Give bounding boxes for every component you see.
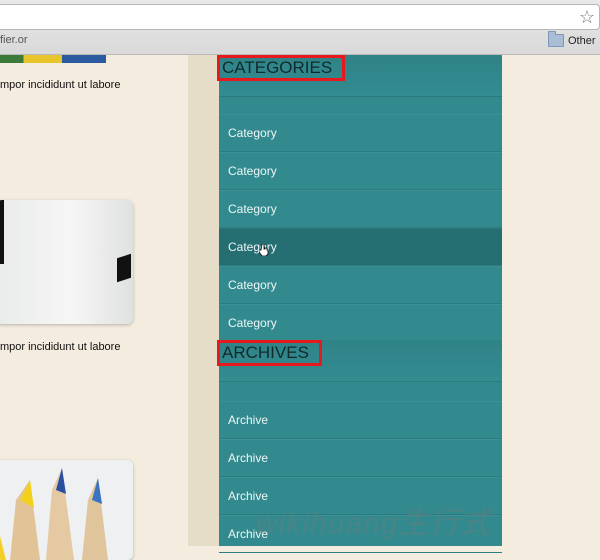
post-excerpt: mpor incididunt ut labore bbox=[0, 79, 121, 91]
other-bookmarks-label: Other bbox=[568, 34, 596, 47]
archive-link[interactable]: Archive bbox=[228, 451, 268, 465]
category-link[interactable]: Category bbox=[228, 278, 277, 292]
archives-header: ARCHIVES bbox=[217, 340, 502, 382]
sidebar-item-category[interactable]: Category bbox=[219, 304, 502, 342]
browser-toolbar: ☆ fier.or Other bbox=[0, 0, 600, 55]
page-background-right bbox=[502, 55, 600, 546]
other-bookmarks[interactable]: Other bbox=[548, 31, 596, 47]
sidebar-item-category[interactable]: Category bbox=[219, 114, 502, 152]
hand-cursor-icon bbox=[259, 244, 269, 256]
post-excerpt: mpor incididunt ut labore bbox=[0, 341, 121, 353]
category-link[interactable]: Category bbox=[228, 240, 277, 254]
sidebar-item-category[interactable]: Category bbox=[219, 266, 502, 304]
sidebar-item-archive[interactable]: Archive bbox=[219, 439, 502, 477]
sidebar-item-archive[interactable]: Archive bbox=[219, 401, 502, 439]
post-thumbnail[interactable] bbox=[0, 460, 133, 560]
sidebar-item-category-hover[interactable]: Category bbox=[219, 228, 502, 266]
sidebar-item-category[interactable]: Category bbox=[219, 190, 502, 228]
bookmark-star-icon[interactable]: ☆ bbox=[579, 7, 595, 27]
post-list: mpor incididunt ut labore mpor incididun… bbox=[0, 55, 188, 560]
categories-title: CATEGORIES bbox=[217, 55, 346, 81]
sidebar-item-category[interactable]: Category bbox=[219, 152, 502, 190]
video-watermark: wikihuang生行式 bbox=[256, 507, 492, 540]
category-link[interactable]: Category bbox=[228, 126, 277, 140]
category-link[interactable]: Category bbox=[228, 164, 277, 178]
categories-header: CATEGORIES bbox=[217, 55, 502, 97]
pencils-image bbox=[0, 460, 133, 560]
category-link[interactable]: Category bbox=[228, 316, 277, 330]
archive-link[interactable]: Archive bbox=[228, 413, 268, 427]
folder-icon bbox=[548, 31, 564, 47]
column-divider bbox=[188, 55, 220, 546]
address-bar[interactable]: ☆ bbox=[0, 4, 600, 30]
bookmark-item[interactable]: fier.or bbox=[0, 34, 28, 46]
post-thumbnail[interactable] bbox=[0, 200, 133, 324]
post-image-top bbox=[0, 55, 106, 63]
archives-title: ARCHIVES bbox=[217, 340, 322, 366]
sidebar: CATEGORIES Category Category Category Ca… bbox=[217, 55, 502, 553]
category-link[interactable]: Category bbox=[228, 202, 277, 216]
